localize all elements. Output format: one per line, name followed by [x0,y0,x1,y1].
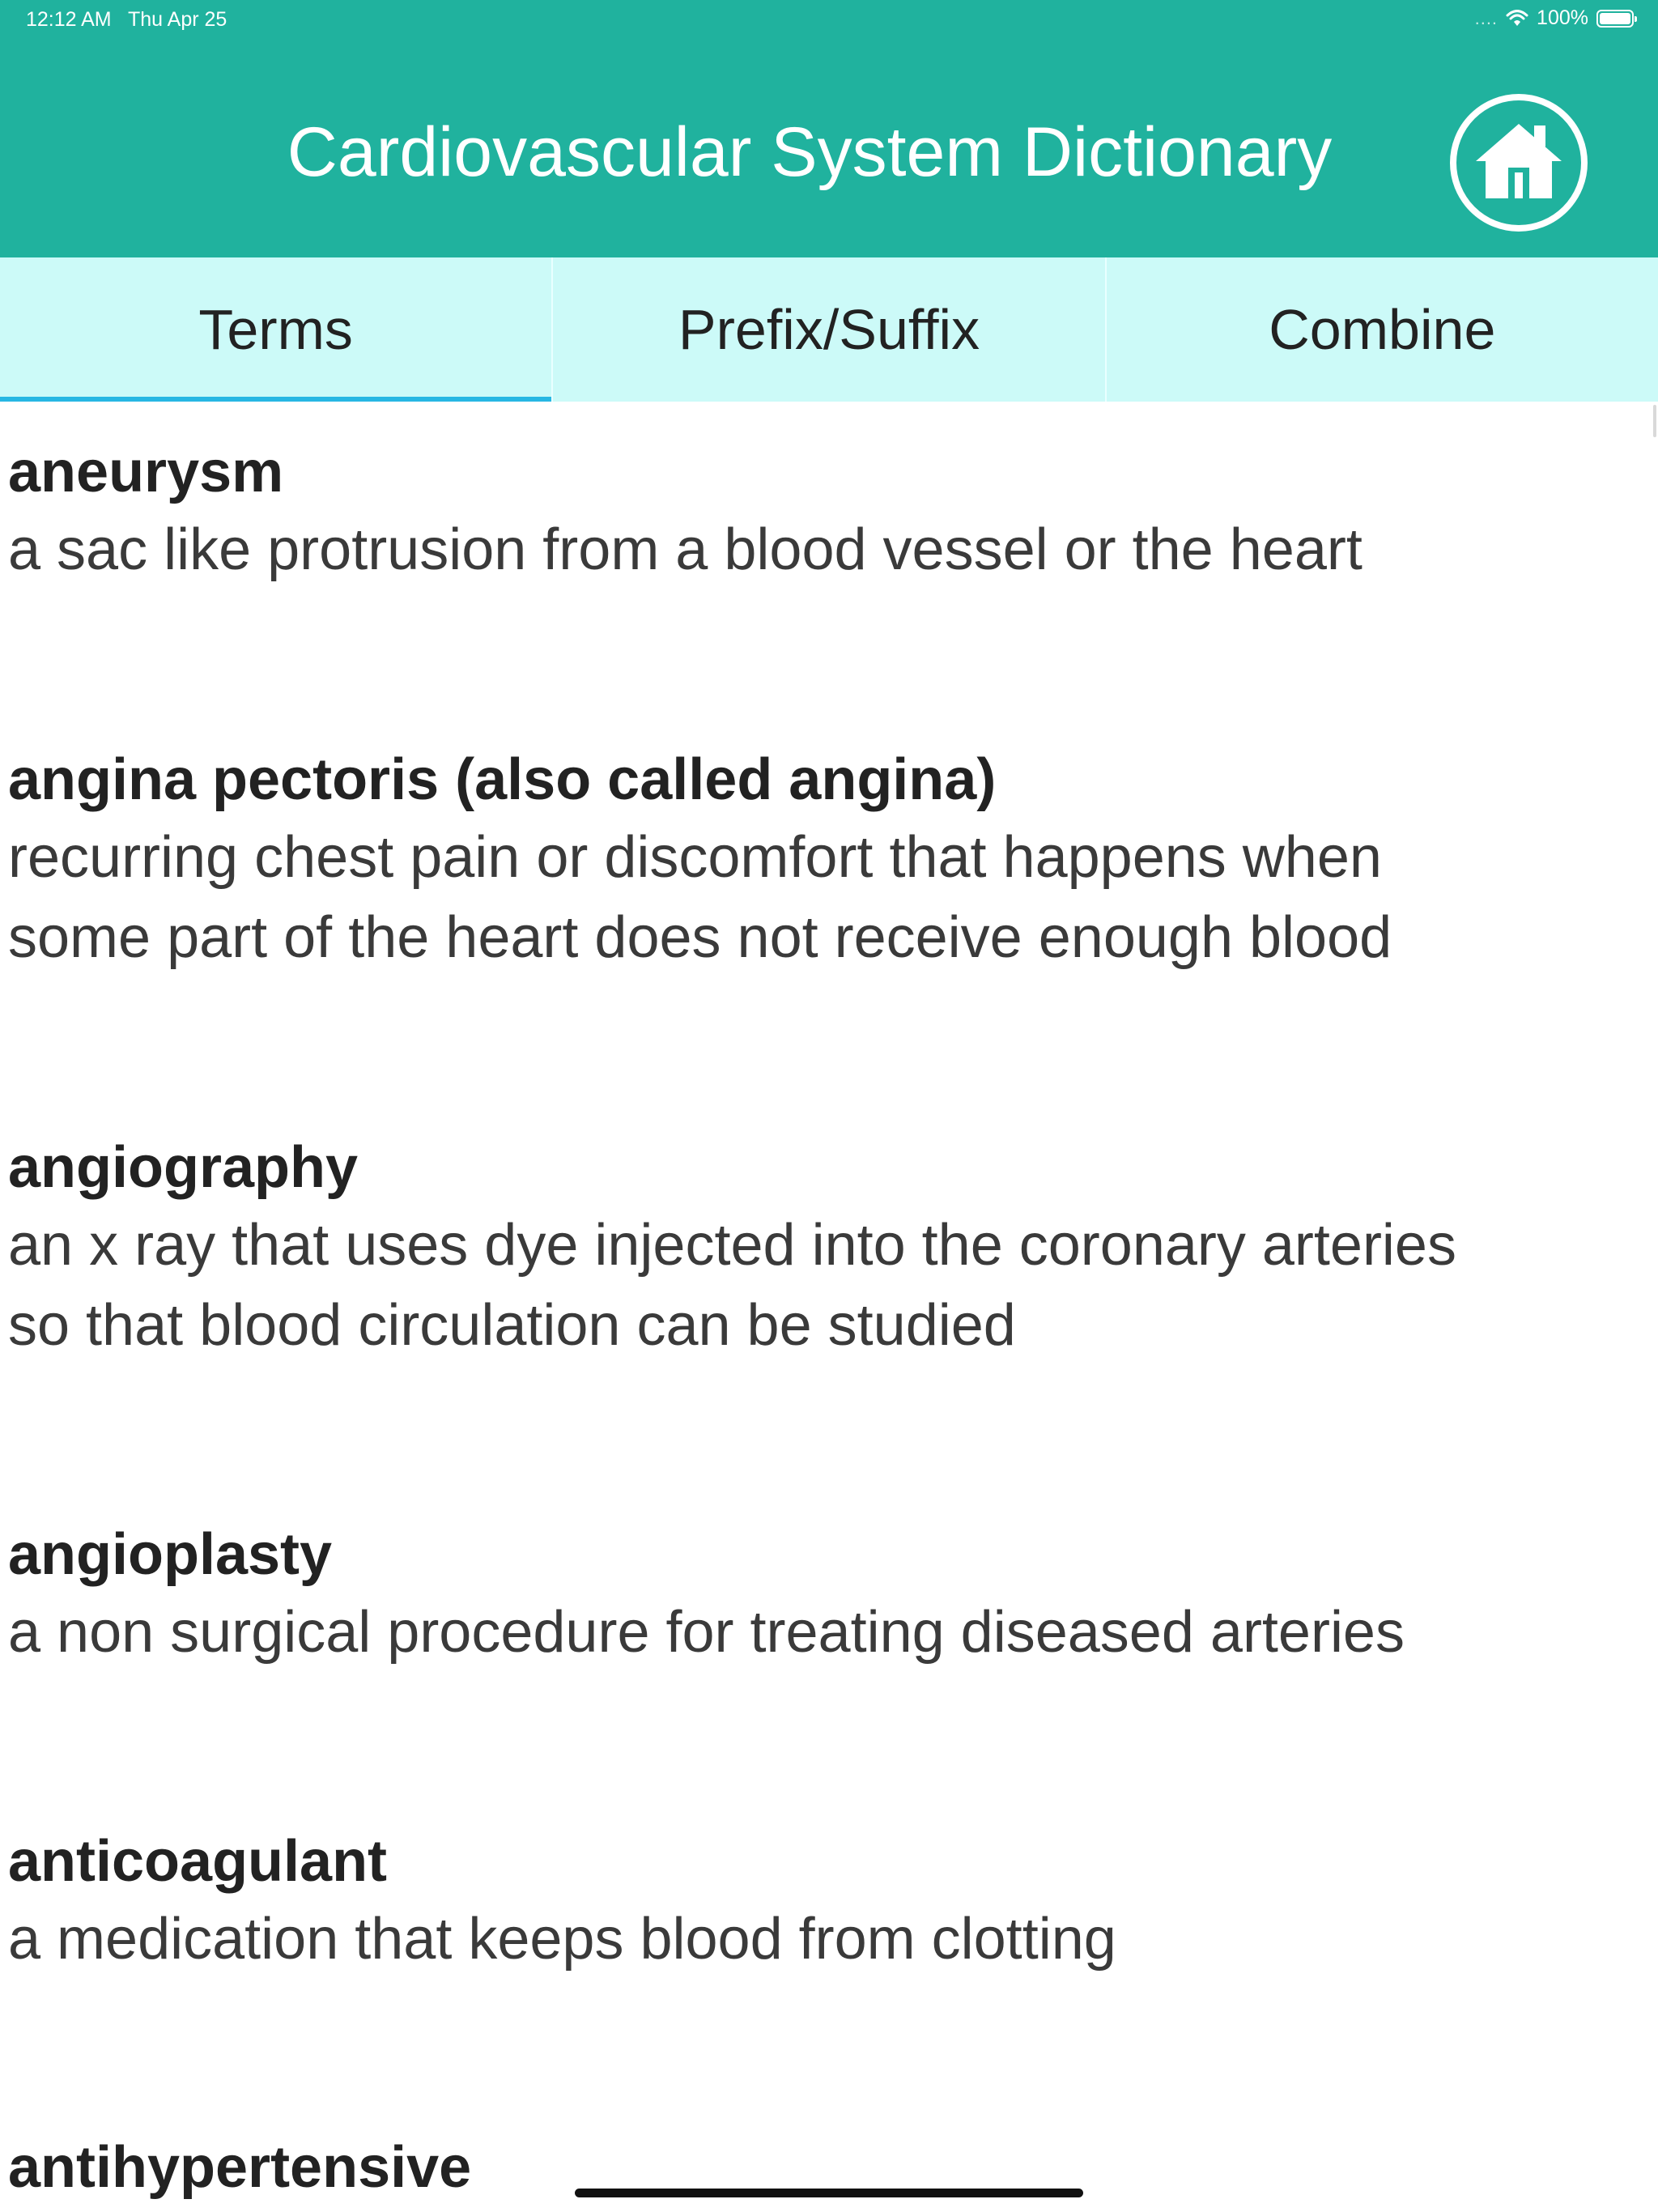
home-button[interactable] [1450,94,1588,232]
definition-line: so that blood circulation can be studied [8,1293,1016,1359]
list-item[interactable]: aneurysm a sac like protrusion from a bl… [8,437,1627,590]
tab-prefix-suffix[interactable]: Prefix/Suffix [551,257,1104,402]
app-screen: 12:12 AM Thu Apr 25 .... 100% Cardiovasc… [0,0,1658,2212]
status-indicators: .... 100% [1474,6,1637,30]
term-definition: recurring chest pain or discomfort that … [8,818,1627,978]
home-icon [1474,122,1563,204]
list-item[interactable]: angiography an x ray that uses dye injec… [8,1133,1627,1366]
signal-icon: .... [1474,7,1499,28]
page-title: Cardiovascular System Dictionary [0,117,1658,187]
definition-line: an x ray that uses dye injected into the… [8,1213,1456,1278]
status-bar: 12:12 AM Thu Apr 25 .... 100% [0,0,1658,39]
tab-combine[interactable]: Combine [1104,257,1658,402]
term-definition: an x ray that uses dye injected into the… [8,1206,1627,1366]
term-title: anticoagulant [8,1829,388,1894]
tab-bar: Terms Prefix/Suffix Combine [0,257,1658,402]
status-date: Thu Apr 25 [128,8,227,31]
definition-line: a sac like protrusion from a blood vesse… [8,517,1363,583]
list-item[interactable]: angioplasty a non surgical procedure for… [8,1520,1627,1673]
battery-icon [1596,9,1637,28]
term-definition: a sac like protrusion from a blood vesse… [8,510,1627,590]
definition-line: a medication that keeps blood from clott… [8,1907,1116,1972]
tab-prefix-suffix-label: Prefix/Suffix [678,298,980,361]
tab-terms-label: Terms [198,298,353,361]
scroll-indicator[interactable] [1653,405,1656,437]
tab-combine-label: Combine [1269,298,1496,361]
definition-line: some part of the heart does not receive … [8,905,1392,971]
page-title-text: Cardiovascular System Dictionary [287,113,1333,191]
term-definition: a non surgical procedure for treating di… [8,1593,1627,1673]
term-title: angioplasty [8,1522,333,1587]
definition-line: a non surgical procedure for treating di… [8,1600,1405,1665]
app-header: 12:12 AM Thu Apr 25 .... 100% Cardiovasc… [0,0,1658,257]
list-item[interactable]: anticoagulant a medication that keeps bl… [8,1827,1627,1980]
tab-terms[interactable]: Terms [0,257,552,402]
terms-list[interactable]: aneurysm a sac like protrusion from a bl… [0,402,1658,2212]
definition-line: recurring chest pain or discomfort that … [8,825,1382,891]
list-item[interactable]: angina pectoris (also called angina) rec… [8,745,1627,978]
term-title: angina pectoris (also called angina) [8,747,997,812]
term-title: aneurysm [8,440,284,504]
battery-percent: 100% [1537,6,1588,29]
wifi-icon [1506,9,1528,28]
home-indicator[interactable] [575,2189,1083,2197]
term-title: angiography [8,1135,359,1200]
term-definition: a medication that keeps blood from clott… [8,1899,1627,1980]
status-time: 12:12 AM [26,8,112,31]
